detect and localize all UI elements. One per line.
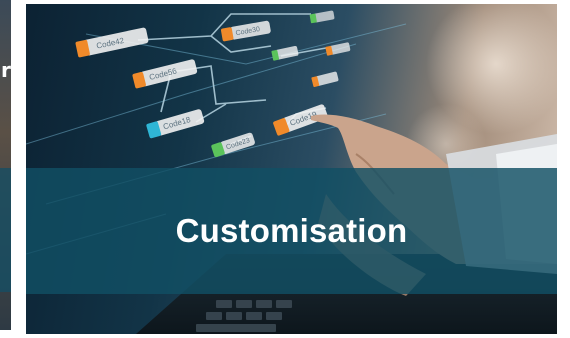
title-overlay: Customisation <box>26 168 557 294</box>
card-title: Customisation <box>175 212 408 249</box>
partial-card-text: r <box>1 58 11 82</box>
previous-card-overlay <box>0 168 11 292</box>
previous-card-edge[interactable]: r <box>0 0 11 330</box>
customisation-card[interactable]: Code42 Code56 Code18 Code23 Code19 Code3… <box>26 4 557 334</box>
